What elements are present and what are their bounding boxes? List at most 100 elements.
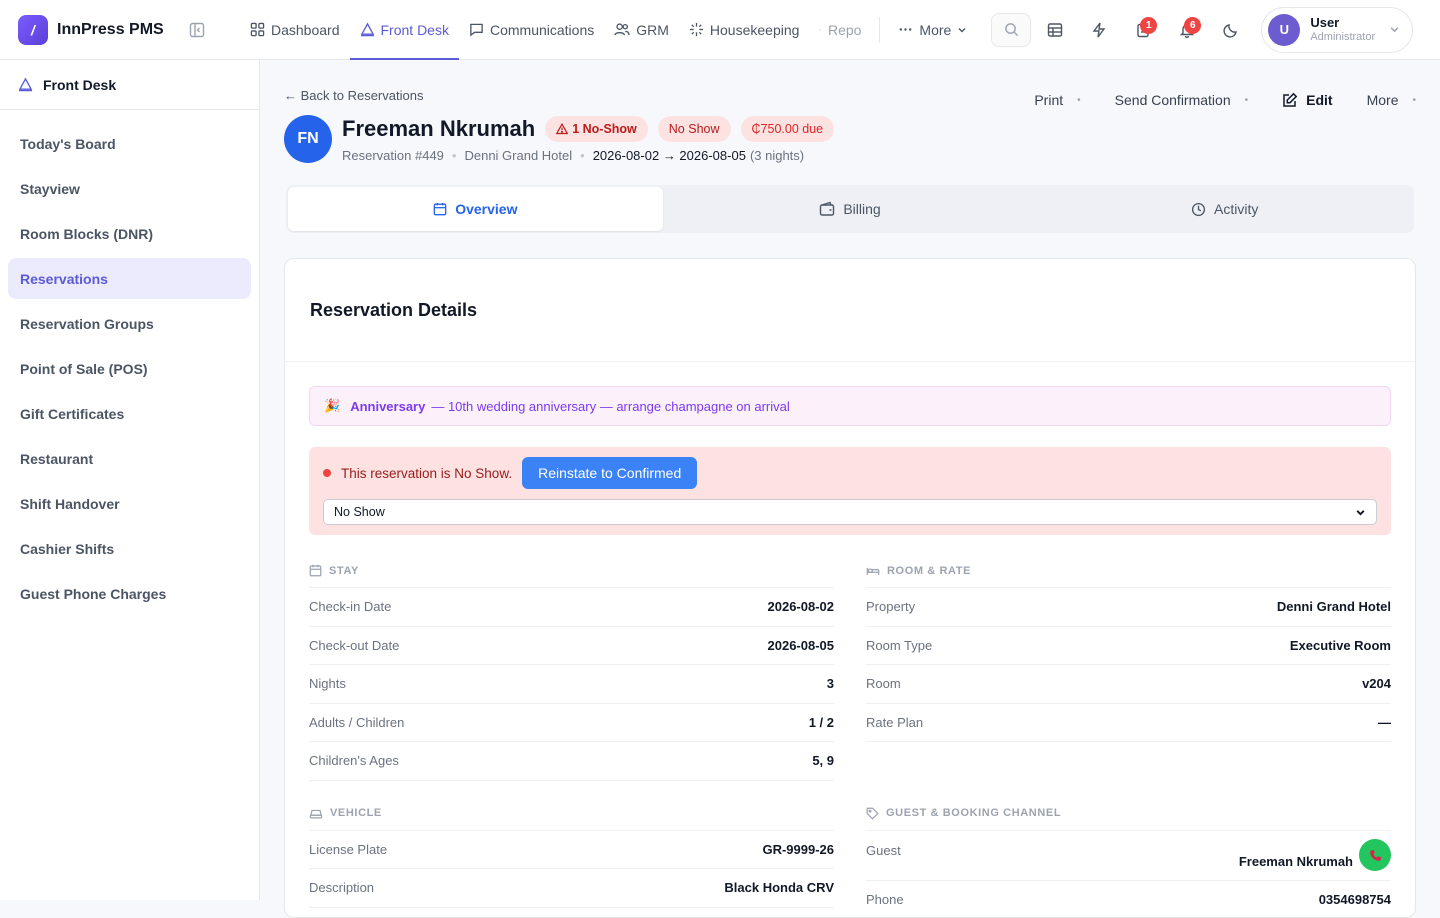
quick-actions-button[interactable] xyxy=(1079,13,1119,47)
detail-label: Phone xyxy=(866,892,904,907)
alert-dot-icon xyxy=(323,469,331,477)
grid-icon xyxy=(250,22,265,37)
noshow-alert: This reservation is No Show. Reinstate t… xyxy=(309,447,1391,535)
sidebar-list: Today's Board Stayview Room Blocks (DNR)… xyxy=(0,110,259,614)
details-left-column: STAY Check-in Date2026-08-02 Check-out D… xyxy=(309,560,834,918)
print-button[interactable]: Print • xyxy=(1034,92,1080,108)
table-view-button[interactable] xyxy=(1035,13,1075,47)
main-content: ← Back to Reservations FN Freeman Nkruma… xyxy=(260,60,1440,900)
notifications-button[interactable]: 6 xyxy=(1167,13,1207,47)
tab-activity[interactable]: Activity xyxy=(1037,187,1412,231)
caret-icon: • xyxy=(1245,95,1249,106)
tab-billing[interactable]: Billing xyxy=(663,187,1038,231)
stay-dates: 2026-08-02 → 2026-08-05 xyxy=(593,148,746,163)
detail-label: Adults / Children xyxy=(309,715,404,730)
sidebar-item-pos[interactable]: Point of Sale (POS) xyxy=(8,348,251,389)
tasks-button[interactable]: 1 xyxy=(1123,13,1163,47)
wallet-icon xyxy=(819,201,835,217)
party-popper-icon: 🎉 xyxy=(324,398,340,414)
top-actions: 1 6 U User Administrator xyxy=(987,7,1413,53)
section-title: VEHICLE xyxy=(330,807,382,819)
send-confirmation-button[interactable]: Send Confirmation • xyxy=(1115,92,1248,108)
sidebar-item-reservation-groups[interactable]: Reservation Groups xyxy=(8,303,251,344)
detail-row: Roomv204 xyxy=(866,665,1391,704)
nav-item-front-desk[interactable]: Front Desk xyxy=(350,0,459,60)
occasion-label: Anniversary xyxy=(350,399,425,414)
header-text: Freeman Nkrumah 1 No-Show No Show ₵750.0… xyxy=(342,116,834,163)
reinstate-button[interactable]: Reinstate to Confirmed xyxy=(522,457,697,489)
bar-chart-icon xyxy=(819,23,822,37)
lightning-icon xyxy=(1091,22,1107,38)
sidebar-collapse-icon[interactable] xyxy=(188,21,206,39)
card-body: 🎉 Anniversary — 10th wedding anniversary… xyxy=(285,386,1415,918)
bed-icon xyxy=(866,564,880,577)
chat-icon xyxy=(469,22,484,37)
front-desk-icon xyxy=(360,22,375,37)
chevron-down-icon xyxy=(1389,24,1400,35)
calendar-icon xyxy=(433,202,447,216)
occasion-banner: 🎉 Anniversary — 10th wedding anniversary… xyxy=(309,386,1391,426)
sidebar-item-shift-handover[interactable]: Shift Handover xyxy=(8,483,251,524)
property-name: Denni Grand Hotel xyxy=(464,148,572,163)
sidebar-item-room-blocks[interactable]: Room Blocks (DNR) xyxy=(8,213,251,254)
detail-label: Children's Ages xyxy=(309,753,399,768)
sidebar-item-reservations[interactable]: Reservations xyxy=(8,258,251,299)
sidebar-item-guest-phone-charges[interactable]: Guest Phone Charges xyxy=(8,573,251,614)
reservation-tabs: Overview Billing Activity xyxy=(286,185,1414,233)
nav-label: GRM xyxy=(636,22,669,38)
sidebar: Front Desk Today's Board Stayview Room B… xyxy=(0,60,260,900)
edit-button[interactable]: Edit xyxy=(1282,92,1332,108)
detail-label: Guest xyxy=(866,843,901,858)
call-guest-button[interactable] xyxy=(1359,839,1391,871)
status-select[interactable]: No Show xyxy=(323,499,1377,525)
separator-dot: • xyxy=(580,148,585,163)
section-title: ROOM & RATE xyxy=(887,565,971,577)
sidebar-item-todays-board[interactable]: Today's Board xyxy=(8,123,251,164)
row-spacer xyxy=(866,742,1391,781)
detail-value: GR-9999-26 xyxy=(762,842,834,857)
back-to-reservations-link[interactable]: ← Back to Reservations xyxy=(284,88,423,103)
detail-label: License Plate xyxy=(309,842,387,857)
more-actions-button[interactable]: More • xyxy=(1367,92,1416,108)
nav-item-dashboard[interactable]: Dashboard xyxy=(240,0,350,60)
top-bar: / InnPress PMS Dashboard Front Desk Comm… xyxy=(0,0,1440,60)
section-title: STAY xyxy=(329,565,359,577)
avatar: U xyxy=(1268,14,1300,46)
chevron-down-icon xyxy=(957,25,967,35)
reservation-details-card: Reservation Details 🎉 Anniversary — 10th… xyxy=(284,258,1416,918)
detail-value: 3 xyxy=(827,676,834,691)
user-menu[interactable]: U User Administrator xyxy=(1261,7,1413,53)
detail-value: 2026-08-02 xyxy=(768,599,835,614)
theme-toggle-button[interactable] xyxy=(1211,13,1251,47)
nav-item-grm[interactable]: GRM xyxy=(604,0,679,60)
section-title: GUEST & BOOKING CHANNEL xyxy=(886,807,1061,819)
tab-overview[interactable]: Overview xyxy=(288,187,663,231)
guest-link[interactable]: Freeman Nkrumah xyxy=(1239,854,1353,869)
search-button[interactable] xyxy=(991,13,1031,47)
detail-value: 2026-08-05 xyxy=(768,638,835,653)
detail-row: Rate Plan— xyxy=(866,704,1391,743)
separator-dot: • xyxy=(452,148,457,163)
nav-more-label: More xyxy=(919,22,951,38)
tag-icon xyxy=(866,807,879,820)
sidebar-item-cashier-shifts[interactable]: Cashier Shifts xyxy=(8,528,251,569)
brand[interactable]: / InnPress PMS xyxy=(0,15,240,45)
detail-row: Nights3 xyxy=(309,665,834,704)
brand-name: InnPress PMS xyxy=(57,21,164,39)
nav-item-communications[interactable]: Communications xyxy=(459,0,604,60)
detail-row: DescriptionBlack Honda CRV xyxy=(309,869,834,908)
nav-more-button[interactable]: More xyxy=(888,0,977,60)
detail-label: Check-out Date xyxy=(309,638,399,653)
nav-item-reports[interactable]: Repo xyxy=(809,0,871,60)
sidebar-item-gift-certificates[interactable]: Gift Certificates xyxy=(8,393,251,434)
sidebar-item-stayview[interactable]: Stayview xyxy=(8,168,251,209)
section-gap xyxy=(309,781,834,803)
details-columns: STAY Check-in Date2026-08-02 Check-out D… xyxy=(309,560,1391,918)
detail-row: Adults / Children1 / 2 xyxy=(309,704,834,743)
detail-label: Room Type xyxy=(866,638,932,653)
clock-icon xyxy=(1191,202,1206,217)
nav-item-housekeeping[interactable]: Housekeeping xyxy=(679,0,810,60)
sidebar-item-restaurant[interactable]: Restaurant xyxy=(8,438,251,479)
calendar-icon xyxy=(309,564,322,577)
table-icon xyxy=(1047,22,1063,38)
